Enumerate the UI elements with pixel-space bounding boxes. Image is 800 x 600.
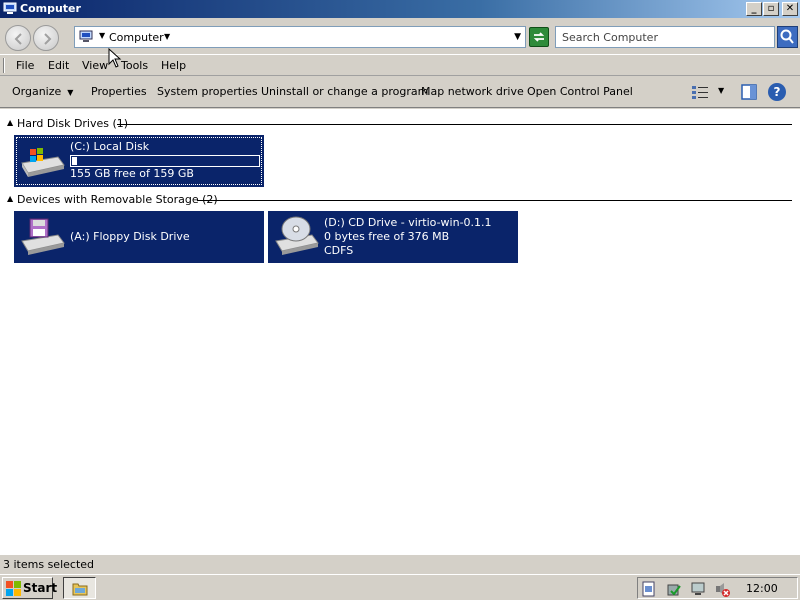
- forward-arrow-icon: [44, 33, 52, 45]
- group-label: Hard Disk Drives (1): [17, 117, 129, 130]
- drive-filesystem: CDFS: [324, 244, 354, 257]
- group-removable-storage[interactable]: ▲ Devices with Removable Storage (2): [0, 193, 800, 207]
- organize-button[interactable]: Organize ▼: [12, 85, 73, 98]
- group-divider: [117, 124, 792, 125]
- collapse-icon[interactable]: ▲: [7, 194, 13, 203]
- search-button[interactable]: [777, 26, 798, 48]
- drive-free-space: 155 GB free of 159 GB: [70, 167, 194, 180]
- start-button[interactable]: Start: [2, 577, 57, 599]
- menu-help[interactable]: Help: [161, 59, 186, 72]
- open-control-panel-button[interactable]: Open Control Panel: [527, 85, 633, 98]
- drive-name: (C:) Local Disk: [70, 140, 150, 153]
- group-label: Devices with Removable Storage (2): [17, 193, 218, 206]
- title-bar: Computer _ ▫ ✕: [0, 0, 800, 18]
- computer-icon: [3, 2, 17, 14]
- properties-button[interactable]: Properties: [91, 85, 147, 98]
- capacity-bar: [70, 155, 260, 167]
- network-icon[interactable]: [690, 581, 706, 597]
- refresh-button[interactable]: [529, 27, 549, 47]
- drive-d-tile[interactable]: (D:) CD Drive - virtio-win-0.1.1 0 bytes…: [268, 211, 518, 263]
- taskbar: Start 12:00: [0, 574, 800, 600]
- search-input[interactable]: Search Computer: [555, 26, 775, 48]
- breadcrumb[interactable]: Computer: [109, 31, 164, 44]
- start-label: Start: [23, 581, 58, 595]
- menu-edit[interactable]: Edit: [48, 59, 69, 72]
- refresh-icon: [533, 32, 545, 42]
- window-title: Computer: [20, 2, 81, 15]
- group-hard-disk-drives[interactable]: ▲ Hard Disk Drives (1): [0, 117, 800, 131]
- status-bar: 3 items selected: [0, 554, 800, 574]
- preview-pane-icon[interactable]: [741, 84, 757, 100]
- volume-muted-icon[interactable]: [714, 581, 730, 597]
- system-tray: 12:00: [637, 577, 798, 599]
- breadcrumb-arrow-icon[interactable]: ▼: [99, 31, 105, 40]
- breadcrumb-dropdown-icon[interactable]: ▼: [164, 32, 170, 41]
- map-network-drive-button[interactable]: Map network drive: [421, 85, 524, 98]
- collapse-icon[interactable]: ▲: [7, 118, 13, 127]
- views-dropdown-icon[interactable]: ▼: [718, 86, 724, 95]
- uninstall-program-button[interactable]: Uninstall or change a program: [261, 85, 428, 98]
- group-divider: [197, 200, 792, 201]
- back-button[interactable]: [5, 25, 31, 51]
- help-icon[interactable]: ?: [768, 83, 786, 101]
- system-properties-button[interactable]: System properties: [157, 85, 258, 98]
- maximize-button[interactable]: ▫: [763, 2, 779, 16]
- organize-label: Organize: [12, 85, 62, 98]
- drive-name: (A:) Floppy Disk Drive: [70, 230, 190, 243]
- taskbar-explorer-button[interactable]: [63, 577, 96, 599]
- floppy-drive-icon: [21, 218, 65, 255]
- capacity-bar-fill: [72, 157, 77, 165]
- address-dropdown-icon[interactable]: ▼: [514, 32, 521, 42]
- drive-name: (D:) CD Drive - virtio-win-0.1.1: [324, 216, 492, 229]
- drive-c-tile[interactable]: (C:) Local Disk 155 GB free of 159 GB: [14, 135, 264, 187]
- drive-free-space: 0 bytes free of 376 MB: [324, 230, 450, 243]
- file-list: ▲ Hard Disk Drives (1) (C:) Local Disk 1…: [0, 109, 800, 554]
- menu-file[interactable]: File: [16, 59, 34, 72]
- windows-logo-icon: [6, 581, 21, 596]
- computer-icon: [79, 30, 93, 42]
- hard-disk-icon: [21, 148, 65, 177]
- folder-icon: [72, 583, 88, 596]
- document-icon[interactable]: [642, 581, 656, 597]
- drive-a-tile[interactable]: (A:) Floppy Disk Drive: [14, 211, 264, 263]
- back-arrow-icon: [14, 33, 22, 45]
- organize-dropdown-icon: ▼: [67, 88, 74, 97]
- views-icon[interactable]: [691, 84, 709, 100]
- forward-button[interactable]: [33, 25, 59, 51]
- status-text: 3 items selected: [3, 558, 95, 571]
- menu-grip: [3, 58, 5, 73]
- close-button[interactable]: ✕: [782, 2, 798, 16]
- cd-drive-icon: [275, 216, 319, 255]
- taskbar-clock[interactable]: 12:00: [746, 582, 778, 595]
- menu-tools[interactable]: Tools: [121, 59, 148, 72]
- mouse-cursor-icon: [108, 48, 122, 68]
- security-icon[interactable]: [666, 581, 682, 597]
- minimize-button[interactable]: _: [746, 2, 762, 16]
- address-bar[interactable]: ▼ Computer ▼ ▼: [74, 26, 526, 48]
- command-bar: Organize ▼ Properties System properties U…: [0, 76, 800, 108]
- menu-view[interactable]: View: [82, 59, 108, 72]
- search-icon: [780, 29, 794, 44]
